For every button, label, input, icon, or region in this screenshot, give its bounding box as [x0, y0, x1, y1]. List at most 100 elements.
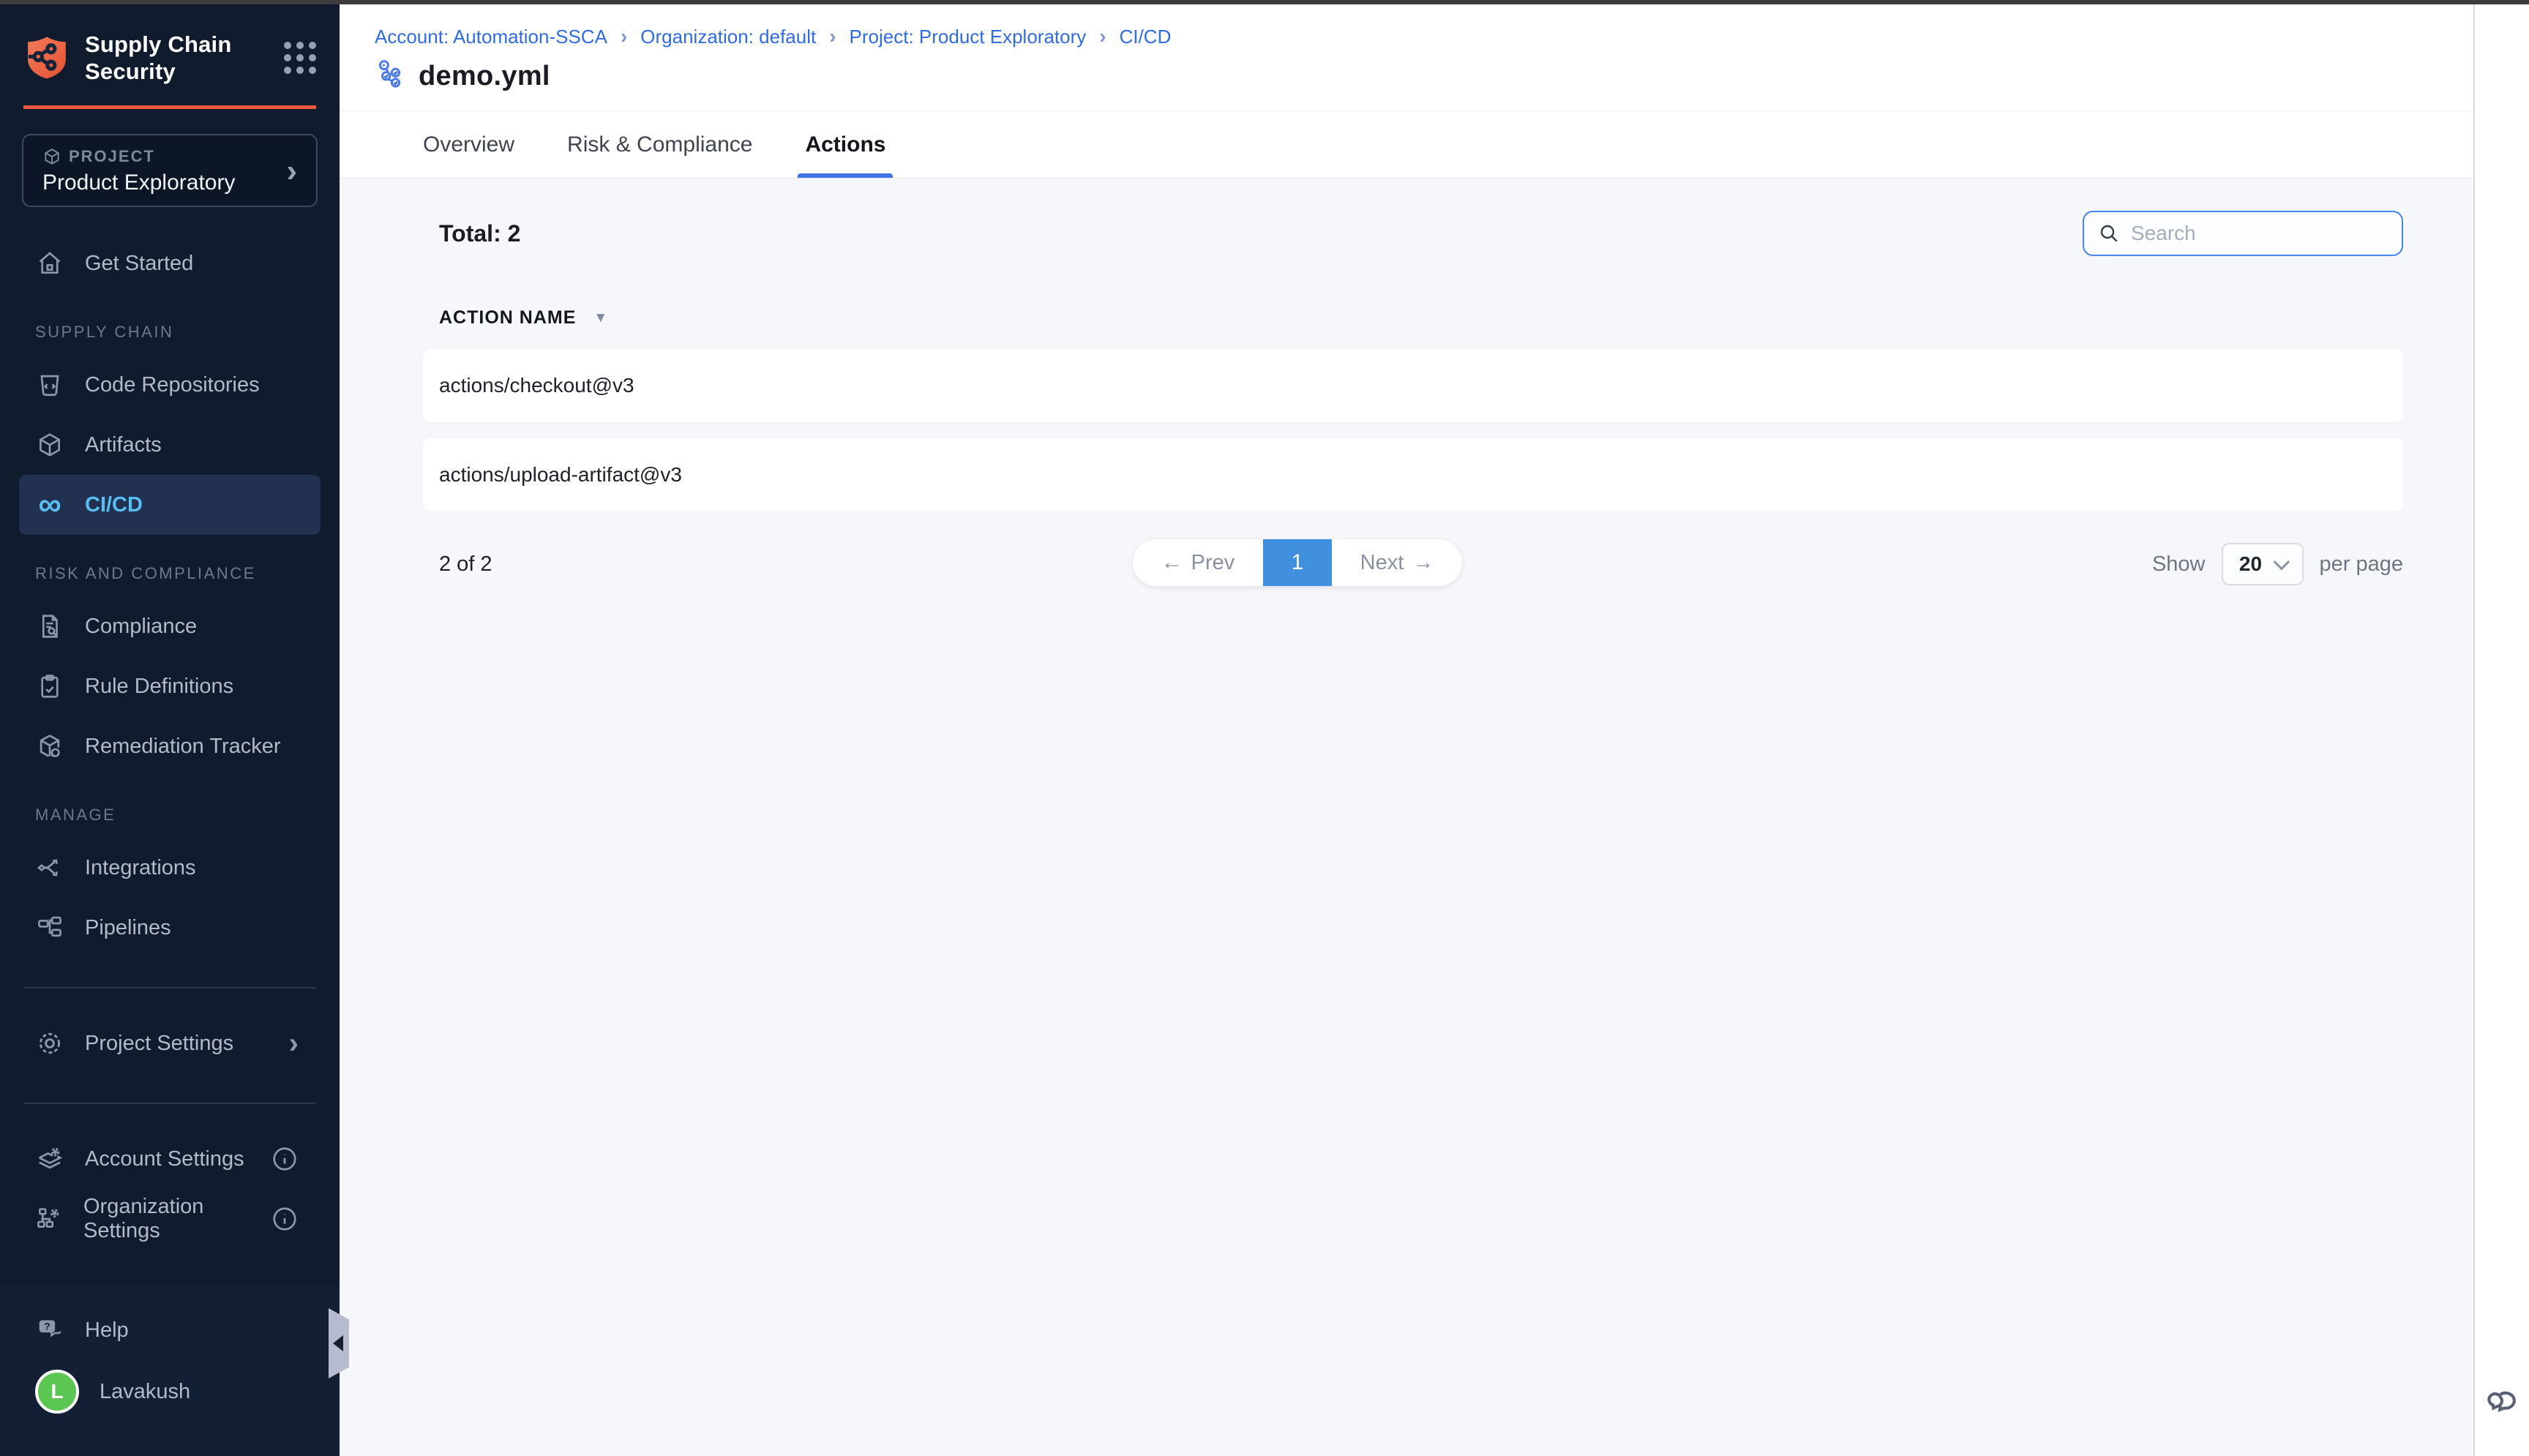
compliance-document-icon — [35, 612, 64, 641]
table-row[interactable]: actions/upload-artifact@v3 — [423, 438, 2403, 511]
sidebar-item-integrations[interactable]: Integrations — [19, 838, 321, 898]
tab-risk-compliance[interactable]: Risk & Compliance — [567, 111, 752, 178]
per-page-label: per page — [2320, 552, 2404, 577]
avatar: L — [35, 1370, 79, 1414]
sidebar-item-label: Project Settings — [85, 1032, 233, 1056]
table-row[interactable]: actions/checkout@v3 — [423, 349, 2403, 422]
app-title: Supply Chain Security — [85, 31, 231, 85]
show-label: Show — [2152, 552, 2206, 577]
tab-actions[interactable]: Actions — [805, 111, 885, 178]
breadcrumb-project-link[interactable]: Project: Product Exploratory — [850, 26, 1087, 48]
sidebar-item-label: Help — [85, 1318, 129, 1343]
infinity-cicd-icon: ∞ — [35, 490, 64, 519]
sidebar-item-help[interactable]: ? Help — [19, 1299, 321, 1361]
sidebar-footer: ? Help L Lavakush — [0, 1286, 340, 1456]
tab-overview[interactable]: Overview — [423, 111, 514, 178]
chevron-down-icon — [2274, 554, 2290, 571]
sidebar-item-compliance[interactable]: Compliance — [19, 596, 321, 656]
sidebar-item-code-repositories[interactable]: Code Repositories — [19, 355, 321, 415]
breadcrumb-organization-link[interactable]: Organization: default — [640, 26, 816, 48]
sidebar-item-remediation-tracker[interactable]: Remediation Tracker — [19, 716, 321, 776]
collapse-left-arrow-icon — [333, 1335, 343, 1351]
chevron-right-icon: › — [289, 1027, 299, 1060]
app-switcher-grid-icon[interactable] — [284, 42, 316, 74]
chevron-right-icon: › — [286, 160, 297, 182]
sidebar-item-rule-definitions[interactable]: Rule Definitions — [19, 656, 321, 716]
sidebar-item-organization-settings[interactable]: Organization Settings — [19, 1189, 321, 1249]
org-chart-gear-icon — [35, 1204, 63, 1234]
pipelines-icon — [35, 913, 64, 942]
sidebar-item-label: Code Repositories — [85, 373, 260, 397]
remediation-box-icon — [35, 732, 64, 761]
artifact-cube-icon — [35, 430, 64, 459]
svg-text:?: ? — [44, 1321, 50, 1333]
breadcrumb-account-link[interactable]: Account: Automation-SSCA — [375, 26, 607, 48]
search-box — [2083, 211, 2403, 256]
help-chat-icon: ? — [35, 1316, 64, 1345]
tab-bar: Overview Risk & Compliance Actions — [340, 111, 2473, 179]
page-size-select[interactable]: 20 — [2222, 543, 2304, 585]
integrations-share-icon — [35, 853, 64, 882]
sidebar-section-risk-compliance: RISK AND COMPLIANCE — [19, 544, 321, 596]
pipeline-file-icon — [375, 59, 408, 94]
sidebar-item-label: CI/CD — [85, 493, 143, 517]
project-selector[interactable]: PROJECT Product Exploratory › — [22, 134, 318, 207]
clipboard-check-icon — [35, 672, 64, 701]
user-name: Lavakush — [100, 1380, 190, 1404]
sidebar-item-project-settings[interactable]: Project Settings › — [19, 1013, 321, 1073]
sidebar-item-artifacts[interactable]: Artifacts — [19, 415, 321, 475]
info-icon[interactable] — [271, 1145, 299, 1173]
sidebar: Supply Chain Security PROJECT Product Ex… — [0, 4, 340, 1456]
info-icon[interactable] — [271, 1205, 299, 1233]
breadcrumb-cicd-link[interactable]: CI/CD — [1120, 26, 1172, 48]
sidebar-divider — [23, 1103, 316, 1104]
code-repository-icon — [35, 370, 64, 399]
sidebar-item-label: Artifacts — [85, 433, 162, 457]
sidebar-item-label: Integrations — [85, 856, 196, 880]
search-input[interactable] — [2131, 222, 2388, 245]
sidebar-item-label: Compliance — [85, 615, 197, 639]
supply-chain-security-logo-icon — [23, 34, 70, 82]
project-name: Product Exploratory — [42, 170, 286, 195]
search-icon — [2097, 222, 2121, 245]
project-cube-icon — [42, 147, 61, 166]
sidebar-item-label: Remediation Tracker — [85, 735, 281, 759]
gear-icon — [35, 1029, 64, 1058]
sidebar-item-cicd[interactable]: ∞ CI/CD — [19, 475, 321, 535]
sidebar-item-label: Organization Settings — [83, 1195, 250, 1243]
actions-content: Total: 2 ACTION NAME ▼ actions/checkout@… — [340, 179, 2473, 1456]
total-count-label: Total: 2 — [423, 220, 520, 247]
sidebar-item-get-started[interactable]: Get Started — [19, 233, 321, 293]
feedback-chat-icon[interactable] — [2484, 1380, 2522, 1418]
page-1-button[interactable]: 1 — [1263, 539, 1332, 586]
breadcrumb: Account: Automation-SSCA › Organization:… — [375, 25, 2473, 48]
sidebar-section-manage: MANAGE — [19, 785, 321, 838]
layers-gear-icon — [35, 1144, 64, 1174]
page-header: Account: Automation-SSCA › Organization:… — [340, 4, 2473, 111]
sidebar-item-pipelines[interactable]: Pipelines — [19, 898, 321, 958]
sidebar-item-label: Get Started — [85, 252, 193, 276]
sidebar-item-label: Rule Definitions — [85, 675, 233, 699]
sidebar-item-label: Account Settings — [85, 1147, 244, 1171]
project-label: PROJECT — [69, 147, 155, 166]
actions-table: actions/checkout@v3 actions/upload-artif… — [423, 349, 2403, 511]
next-page-button[interactable]: Next → — [1332, 539, 1462, 586]
pagination: ← Prev 1 Next → — [1133, 539, 1462, 586]
column-header-action-name[interactable]: ACTION NAME ▼ — [423, 307, 2403, 329]
left-arrow-icon: ← — [1161, 551, 1183, 575]
page-summary: 2 of 2 — [423, 552, 492, 577]
sidebar-section-supply-chain: SUPPLY CHAIN — [19, 302, 321, 355]
prev-page-button[interactable]: ← Prev — [1133, 539, 1263, 586]
sidebar-collapse-handle[interactable] — [329, 1308, 349, 1378]
sidebar-item-account-settings[interactable]: Account Settings — [19, 1129, 321, 1189]
breadcrumb-separator-icon: › — [829, 25, 836, 48]
page-size-control: Show 20 per page — [2152, 543, 2403, 585]
table-footer: 2 of 2 ← Prev 1 Next → Show 20 — [423, 535, 2403, 593]
breadcrumb-separator-icon: › — [621, 25, 627, 48]
page-title: demo.yml — [419, 61, 550, 92]
user-menu[interactable]: L Lavakush — [19, 1361, 321, 1422]
app-logo-row: Supply Chain Security — [23, 31, 316, 109]
breadcrumb-separator-icon: › — [1099, 25, 1106, 48]
sidebar-divider — [23, 987, 316, 988]
main-area: Account: Automation-SSCA › Organization:… — [340, 4, 2475, 1456]
